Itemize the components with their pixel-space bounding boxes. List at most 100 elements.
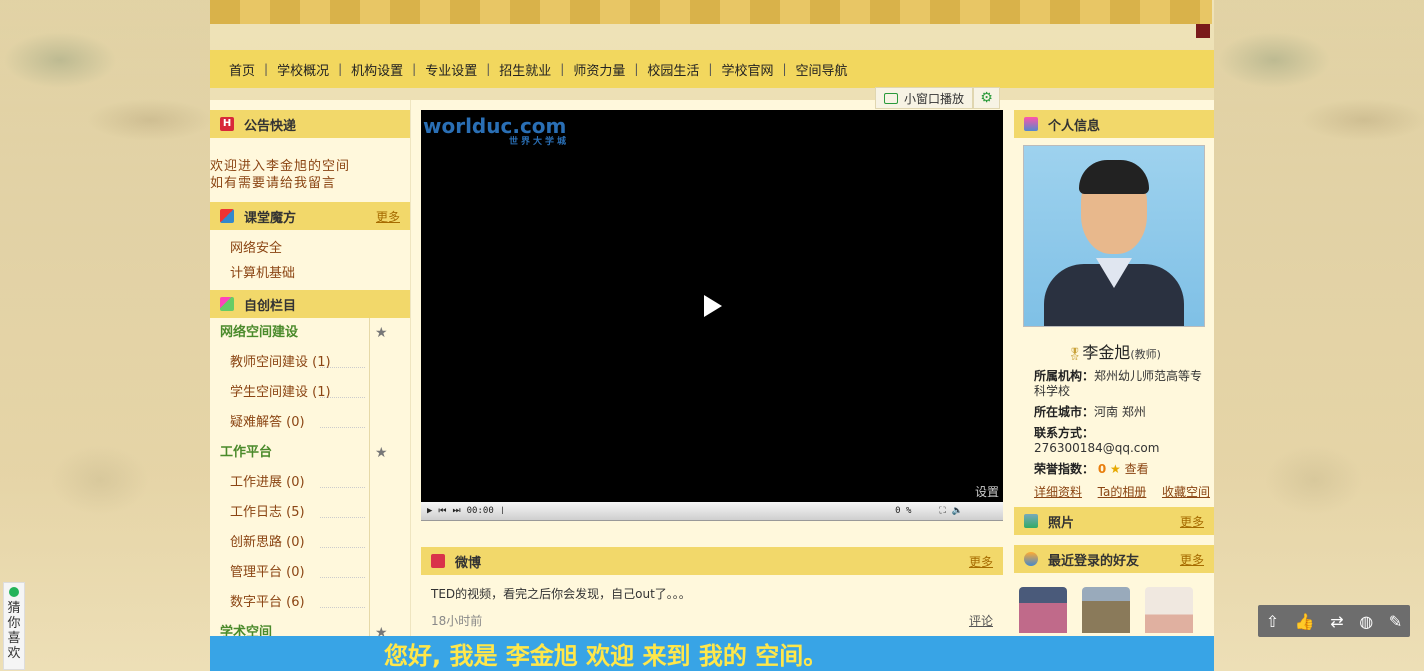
dotted-leader xyxy=(320,367,365,368)
welcome-banner: 您好, 我是 李金旭 欢迎 来到 我的 空间。 xyxy=(210,636,1214,671)
video-player[interactable]: worlduc.com 世界大学城 设置 xyxy=(421,110,1003,502)
nav-school-overview[interactable]: 学校概况 xyxy=(268,60,338,79)
weibo-timestamp: 18小时前 xyxy=(431,614,483,628)
contact-label: 联系方式： xyxy=(1034,426,1095,440)
player-settings[interactable]: 设置 xyxy=(975,483,999,500)
follow-icon[interactable]: ✎ xyxy=(1389,612,1402,631)
list-item[interactable]: 工作日志 (5) xyxy=(210,498,410,528)
nav-campus-life[interactable]: 校园生活 xyxy=(638,60,708,79)
header-marker xyxy=(1196,24,1210,38)
weibo-meta: 18小时前 评论 xyxy=(421,612,1003,629)
classroom-item[interactable]: 网络安全 xyxy=(230,236,410,261)
main-nav: 首页 | 学校概况 | 机构设置 | 专业设置 | 招生就业 | 师资力量 | 校园生活 | … xyxy=(210,50,1214,88)
honor-row: 荣誉指数： 0 ★ 查看 xyxy=(1034,462,1214,477)
main-content: H 公告快递 欢迎进入李金旭的空间 如有需要请给我留言 课堂魔方 更多 网络安全… xyxy=(210,87,1214,648)
floating-toolbar: ⇧ 👍 ⇄ ◍ ✎ xyxy=(1258,605,1410,637)
list-item[interactable]: 管理平台 (0) xyxy=(210,558,410,588)
prev-button[interactable]: ⏮ xyxy=(438,506,446,516)
honor-view-link[interactable]: 查看 xyxy=(1125,462,1149,476)
list-item[interactable]: 工作进展 (0) xyxy=(210,468,410,498)
weibo-post: TED的视频，看完之后你会发现，自己out了。。。 xyxy=(431,587,691,601)
mini-window-play-button[interactable]: 小窗口播放 xyxy=(875,87,973,109)
logo-subtitle: 世界大学城 xyxy=(509,137,570,147)
album-link[interactable]: Ta的相册 xyxy=(1098,483,1147,500)
details-link[interactable]: 详细资料 xyxy=(1034,483,1082,500)
classroom-header: 课堂魔方 更多 xyxy=(210,202,410,230)
background-painting-left xyxy=(0,0,210,671)
guess-you-like-tab[interactable]: 猜你喜欢 xyxy=(3,582,25,670)
friends-icon xyxy=(1024,552,1038,566)
friends-title: 最近登录的好友 xyxy=(1048,553,1140,569)
dotted-leader xyxy=(320,577,365,578)
seek-handle[interactable]: ❘ xyxy=(500,506,505,516)
left-column: H 公告快递 欢迎进入李金旭的空间 如有需要请给我留言 课堂魔方 更多 网络安全… xyxy=(210,110,410,648)
dotted-leader xyxy=(320,487,365,488)
gear-icon[interactable]: ⚙ xyxy=(973,87,1000,109)
nav-majors[interactable]: 专业设置 xyxy=(416,60,486,79)
profile-links: 详细资料 Ta的相册 收藏空间 xyxy=(1014,483,1214,500)
nav-space-navigation[interactable]: 空间导航 xyxy=(787,60,857,79)
next-button[interactable]: ⏭ xyxy=(453,506,461,516)
contact-row: 联系方式：276300184@qq.com xyxy=(1034,426,1214,456)
back-to-top-icon[interactable]: ⇧ xyxy=(1266,612,1279,631)
list-item[interactable]: 学生空间建设 (1) xyxy=(210,378,410,408)
list-item[interactable]: 创新思路 (0) xyxy=(210,528,410,558)
play-icon[interactable] xyxy=(704,295,722,317)
cube-icon xyxy=(220,209,234,223)
avatar[interactable] xyxy=(1023,145,1205,327)
photos-header: 照片 更多 xyxy=(1014,507,1214,535)
city-value: 河南 郑州 xyxy=(1094,405,1146,419)
classroom-more-link[interactable]: 更多 xyxy=(376,208,400,225)
volume-percent: 0 % xyxy=(895,506,912,516)
list-item[interactable]: 疑难解答 (0) xyxy=(210,408,410,438)
nav-home[interactable]: 首页 xyxy=(220,60,264,79)
notice-icon: H xyxy=(220,117,234,131)
status-dot xyxy=(9,587,19,597)
banner-text: 您好, 我是 李金旭 欢迎 来到 我的 空间。 xyxy=(384,642,828,670)
friend-avatar[interactable] xyxy=(1145,587,1193,633)
bookmark-space-link[interactable]: 收藏空间 xyxy=(1162,483,1210,500)
contact-value: 276300184@qq.com xyxy=(1034,441,1160,455)
friend-avatar[interactable] xyxy=(1082,587,1130,633)
like-icon[interactable]: 👍 xyxy=(1295,612,1315,631)
fullscreen-icon[interactable]: ⛶ xyxy=(939,506,945,516)
list-item[interactable]: 数字平台 (6) xyxy=(210,588,410,618)
honor-value: 0 xyxy=(1097,462,1107,476)
weibo-icon xyxy=(431,554,445,568)
volume-icon[interactable]: 🔈 xyxy=(952,506,963,516)
list-item-label: 数字平台 (6) xyxy=(230,595,305,610)
city-row: 所在城市：河南 郑州 xyxy=(1034,405,1214,420)
star-icon[interactable]: ★ xyxy=(375,438,388,468)
friends-header: 最近登录的好友 更多 xyxy=(1014,545,1214,573)
custom-title: 自创栏目 xyxy=(244,298,297,314)
comment-link[interactable]: 评论 xyxy=(969,612,993,629)
mini-play-label: 小窗口播放 xyxy=(904,91,965,106)
photos-more-link[interactable]: 更多 xyxy=(1180,513,1204,530)
nav-admissions[interactable]: 招生就业 xyxy=(490,60,560,79)
list-item-label: 管理平台 (0) xyxy=(230,565,305,580)
list-item-label: 创新思路 (0) xyxy=(230,535,305,550)
nav-organization[interactable]: 机构设置 xyxy=(342,60,412,79)
category-label: 网络空间建设 xyxy=(220,325,299,340)
list-item[interactable]: 教师空间建设 (1) xyxy=(210,348,410,378)
star-icon[interactable]: ★ xyxy=(375,318,388,348)
globe-icon[interactable]: ◍ xyxy=(1359,612,1373,631)
weibo-header: 微博 更多 xyxy=(421,547,1003,575)
category-network-space[interactable]: 网络空间建设 ★ xyxy=(210,318,410,348)
category-work-platform[interactable]: 工作平台 ★ xyxy=(210,438,410,468)
profile-icon xyxy=(1024,117,1038,131)
dotted-leader xyxy=(320,607,365,608)
nav-faculty[interactable]: 师资力量 xyxy=(564,60,634,79)
classroom-item[interactable]: 计算机基础 xyxy=(230,261,410,286)
share-icon[interactable]: ⇄ xyxy=(1330,612,1343,631)
weibo-more-link[interactable]: 更多 xyxy=(969,553,993,570)
profile-name: 🎖李金旭(教师) xyxy=(1014,339,1214,363)
list-item-label: 疑难解答 (0) xyxy=(230,415,305,430)
dotted-leader xyxy=(320,547,365,548)
nav-official-site[interactable]: 学校官网 xyxy=(712,60,782,79)
friend-avatar[interactable] xyxy=(1019,587,1067,633)
play-button[interactable]: ▶ xyxy=(427,506,432,516)
org-row: 所属机构：郑州幼儿师范高等专科学校 xyxy=(1034,369,1214,399)
profile-info: 所属机构：郑州幼儿师范高等专科学校 所在城市：河南 郑州 联系方式：276300… xyxy=(1014,363,1214,477)
friends-more-link[interactable]: 更多 xyxy=(1180,551,1204,568)
